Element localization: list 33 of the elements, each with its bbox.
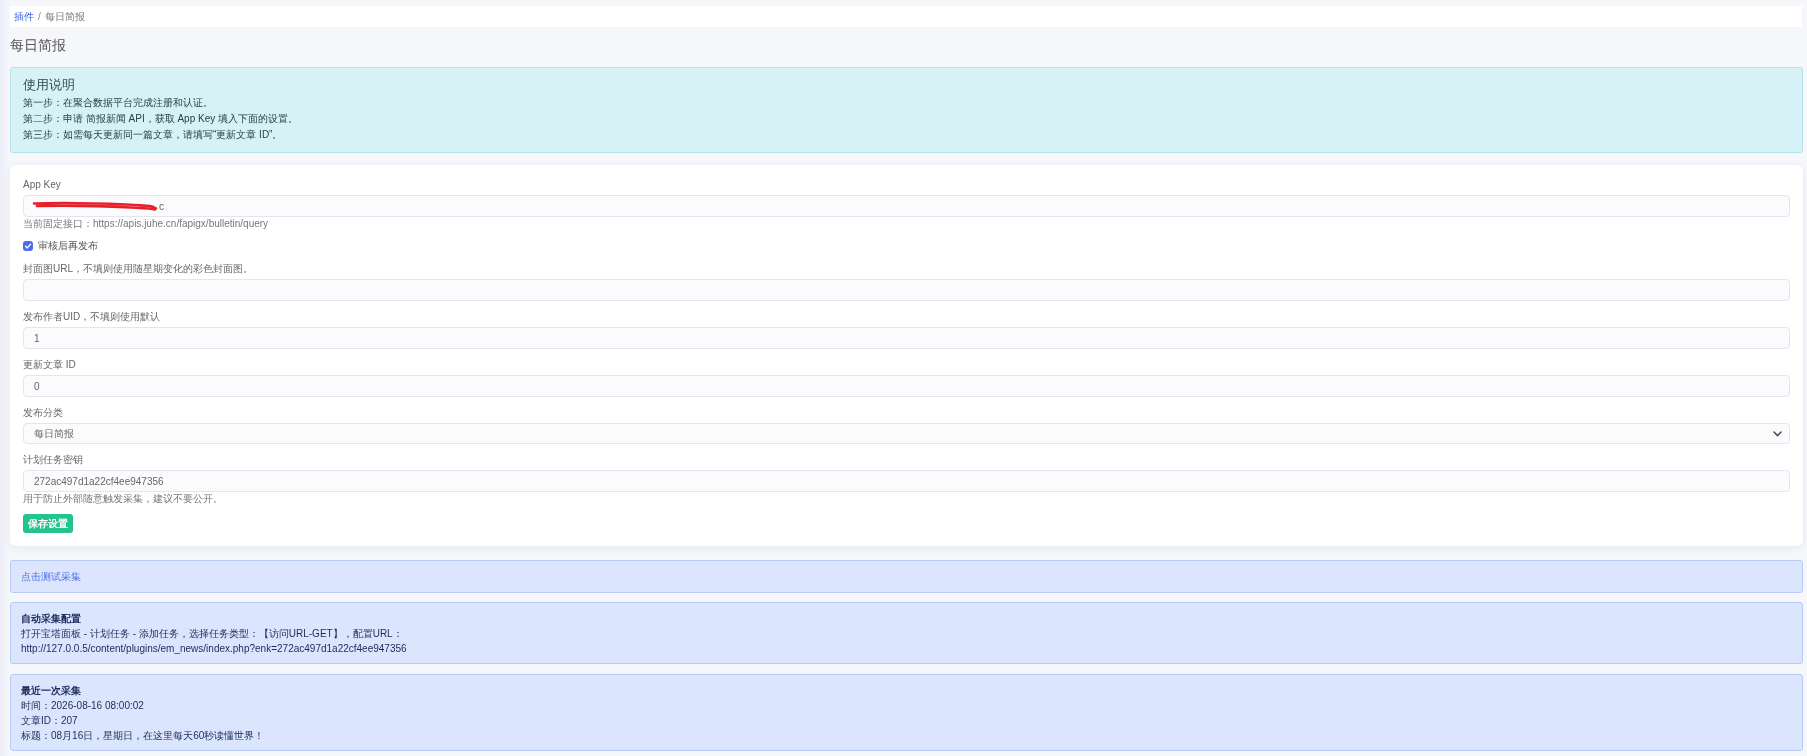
test-collect-link[interactable]: 点击测试采集 [21, 571, 81, 582]
input-field[interactable]: c [23, 195, 1790, 217]
checkbox-label: 审核后再发布 [38, 239, 98, 253]
breadcrumb-separator: / [38, 11, 41, 22]
field-label: 计划任务密钥 [23, 453, 83, 467]
instruction-text: 第二步：申请 简报新闻 API，获取 App Key 填入下面的设置。 [23, 112, 299, 126]
help-text: 用于防止外部随意触发采集，建议不要公开。 [23, 493, 223, 505]
notice-text: 标题：08月16日，星期日，在这里每天60秒读懂世界！ [21, 729, 265, 743]
field-label: App Key [23, 178, 61, 192]
input-field[interactable]: 1 [23, 327, 1790, 349]
input-field[interactable] [23, 279, 1790, 301]
page-title: 每日简报 [10, 37, 66, 54]
info-title: 使用说明 [23, 76, 75, 93]
input-field[interactable]: 272ac497d1a22cf4ee947356 [23, 470, 1790, 492]
help-text: 当前固定接口：https://apis.juhe.cn/fapigx/bulletin/query [23, 218, 269, 230]
checkbox[interactable] [23, 241, 33, 251]
instruction-text: 第一步：在聚合数据平台完成注册和认证。 [23, 96, 213, 110]
notice-text: 时间：2026-08-16 08:00:02 [21, 699, 144, 713]
field-label: 发布分类 [23, 406, 63, 420]
notice-title: 最近一次采集 [21, 684, 81, 698]
instruction-text: 第三步：如需每天更新同一篇文章，请填写“更新文章 ID”。 [23, 128, 283, 142]
breadcrumb-link[interactable]: 插件 [14, 9, 34, 24]
notice-text: http://127.0.0.5/content/plugins/em_news/index.php?enk=272ac497d1a22cf4ee947356 [21, 642, 407, 656]
field-label: 封面图URL，不填则使用随星期变化的彩色封面图。 [23, 262, 253, 276]
breadcrumb-current: 每日简报 [44, 9, 85, 24]
input-field[interactable]: 0 [23, 375, 1790, 397]
field-label: 发布作者UID，不填则使用默认 [23, 310, 161, 324]
field-label: 更新文章 ID [23, 358, 76, 372]
chevron-down-icon [1773, 430, 1782, 437]
notice-title: 自动采集配置 [21, 612, 81, 626]
notice-text: 文章ID：207 [21, 714, 78, 728]
notice-text: 打开宝塔面板 - 计划任务 - 添加任务，选择任务类型：【访问URL-GET】，配置URL： [21, 627, 403, 641]
select-field[interactable]: 每日简报 [23, 423, 1790, 444]
